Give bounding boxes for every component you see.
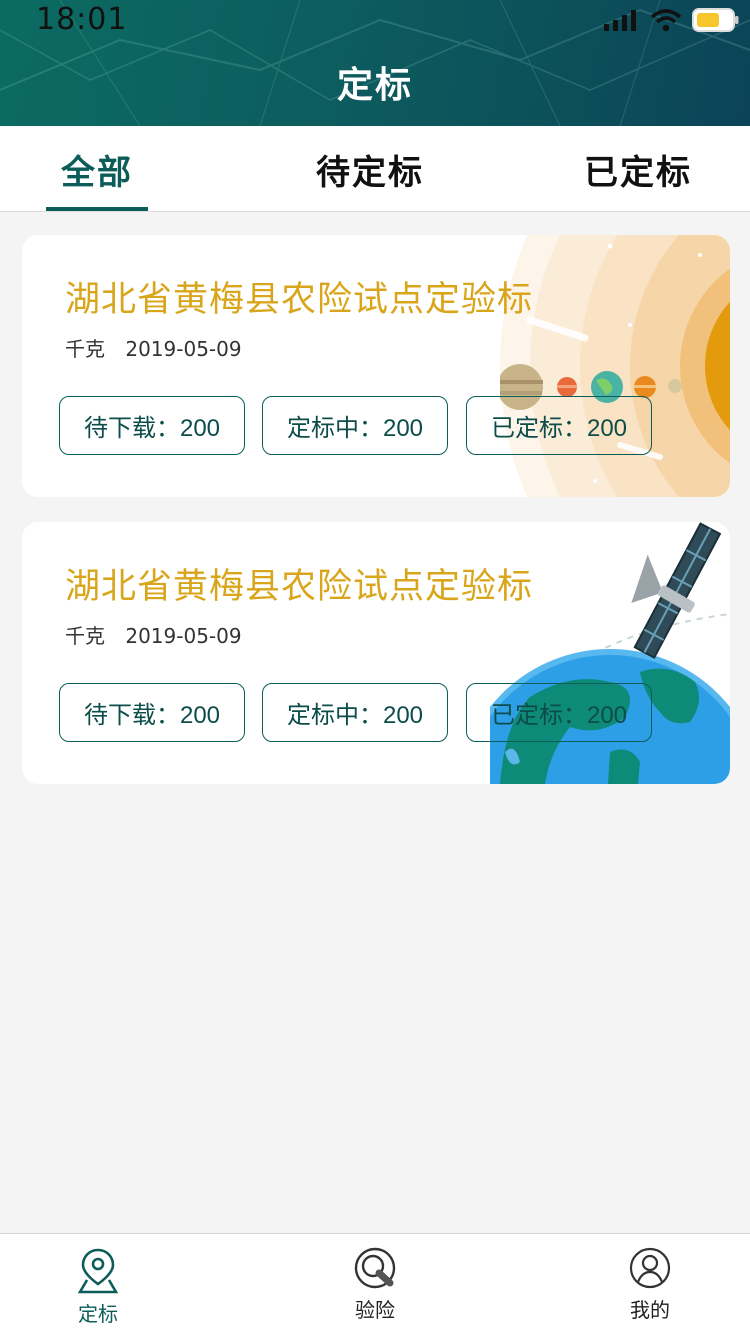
in-progress-button[interactable]: 定标中：200 xyxy=(262,396,448,455)
nav-label: 定标 xyxy=(78,1302,118,1326)
nav-label: 验险 xyxy=(355,1298,395,1322)
tab-bar: 全部 待定标 已定标 xyxy=(0,126,750,212)
pending-download-button[interactable]: 待下载：200 xyxy=(59,683,245,742)
inspect-icon xyxy=(354,1247,396,1289)
card-unit: 千克 xyxy=(65,337,105,361)
app-header: 18:01 定标 xyxy=(0,0,750,126)
in-progress-button[interactable]: 定标中：200 xyxy=(262,683,448,742)
card-date: 2019-05-09 xyxy=(125,337,242,361)
completed-button[interactable]: 已定标：200 xyxy=(466,683,652,742)
user-icon xyxy=(629,1247,671,1289)
card-date: 2019-05-09 xyxy=(125,624,242,648)
nav-item-calibrate[interactable]: 定标 xyxy=(28,1234,168,1334)
battery-icon xyxy=(692,8,739,32)
wifi-icon xyxy=(650,9,682,32)
card-unit: 千克 xyxy=(65,624,105,648)
card-title: 湖北省黄梅县农险试点定验标 xyxy=(65,567,534,607)
map-pin-icon xyxy=(78,1248,118,1294)
status-time: 18:01 xyxy=(36,2,128,37)
nav-item-profile[interactable]: 我的 xyxy=(580,1234,720,1334)
card-meta: 千克 2019-05-09 xyxy=(65,333,242,362)
task-card[interactable]: 湖北省黄梅县农险试点定验标 千克 2019-05-09 待下载：200 定标中：… xyxy=(22,235,730,497)
active-tab-indicator xyxy=(46,207,148,211)
bottom-nav: 定标 验险 我的 xyxy=(0,1233,750,1334)
nav-item-inspect[interactable]: 验险 xyxy=(305,1234,445,1334)
signal-icon xyxy=(604,10,636,31)
page-title: 定标 xyxy=(336,65,413,106)
tab-completed[interactable]: 已定标 xyxy=(568,126,708,212)
solar-system-illustration xyxy=(500,235,730,497)
completed-button[interactable]: 已定标：200 xyxy=(466,396,652,455)
pending-download-button[interactable]: 待下载：200 xyxy=(59,396,245,455)
card-title: 湖北省黄梅县农险试点定验标 xyxy=(65,280,534,320)
tab-pending[interactable]: 待定标 xyxy=(300,126,440,212)
status-bar: 18:01 xyxy=(0,0,750,40)
nav-label: 我的 xyxy=(630,1298,670,1322)
tab-all[interactable]: 全部 xyxy=(46,126,148,212)
task-card[interactable]: 湖北省黄梅县农险试点定验标 千克 2019-05-09 待下载：200 定标中：… xyxy=(22,522,730,784)
card-meta: 千克 2019-05-09 xyxy=(65,620,242,649)
